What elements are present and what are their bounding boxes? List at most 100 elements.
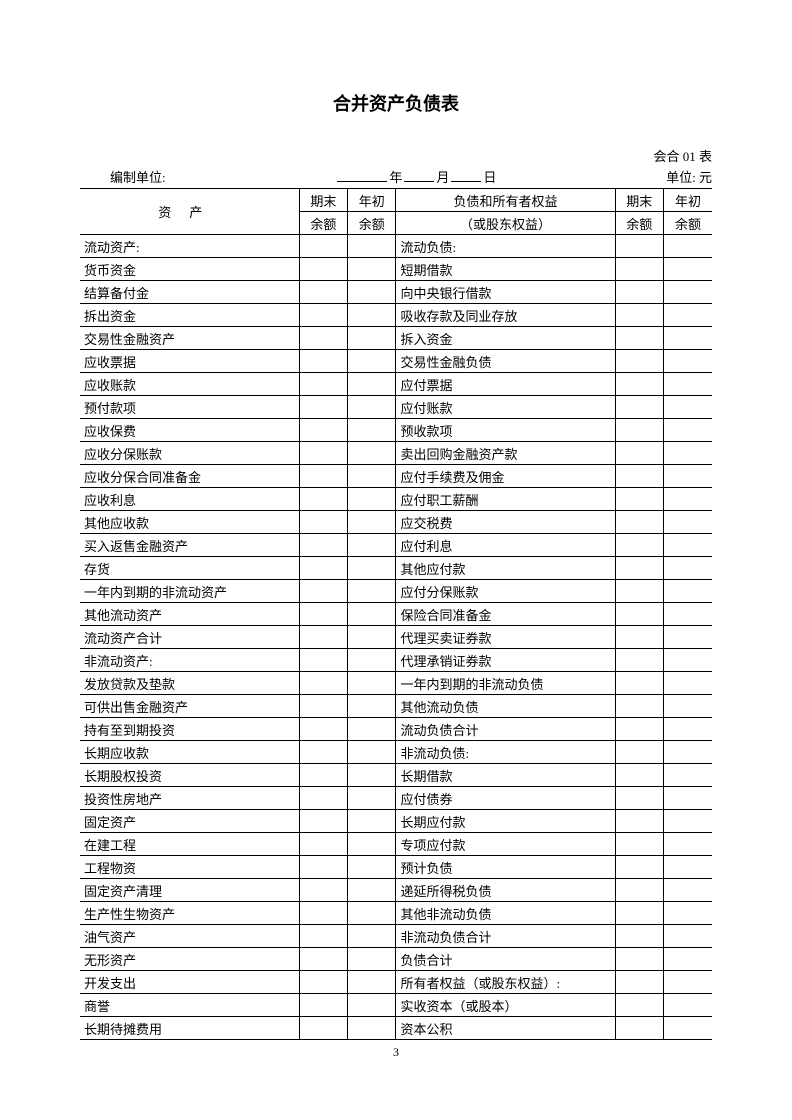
hdr-liab-2: （或股东权益）: [396, 212, 615, 235]
value-cell: [664, 833, 712, 856]
table-row: 固定资产 长期应付款: [80, 810, 712, 833]
value-cell: [348, 902, 396, 925]
value-cell: [615, 488, 663, 511]
value-cell: [299, 925, 347, 948]
value-cell: [664, 741, 712, 764]
liability-cell: 负债合计: [396, 948, 615, 971]
value-cell: [348, 281, 396, 304]
value-cell: [299, 879, 347, 902]
unit-label: 单位: 元: [666, 167, 712, 186]
value-cell: [348, 948, 396, 971]
value-cell: [299, 695, 347, 718]
value-cell: [615, 557, 663, 580]
page-container: 合并资产负债表 会合 01 表 编制单位: 年月日 单位: 元 资产 期末 年初…: [0, 0, 792, 1120]
value-cell: [348, 304, 396, 327]
value-cell: [348, 649, 396, 672]
table-row: 应收利息应付职工薪酬: [80, 488, 712, 511]
table-row: 其他应收款应交税费: [80, 511, 712, 534]
value-cell: [299, 741, 347, 764]
liability-cell: 一年内到期的非流动负债: [396, 672, 615, 695]
table-row: 预付款项应付账款: [80, 396, 712, 419]
asset-cell: 应收利息: [80, 488, 299, 511]
value-cell: [664, 718, 712, 741]
value-cell: [348, 971, 396, 994]
value-cell: [348, 626, 396, 649]
value-cell: [615, 258, 663, 281]
value-cell: [299, 511, 347, 534]
table-row: 生产性生物资产 其他非流动负债: [80, 902, 712, 925]
value-cell: [664, 672, 712, 695]
value-cell: [664, 764, 712, 787]
asset-cell: 应收分保合同准备金: [80, 465, 299, 488]
value-cell: [299, 442, 347, 465]
value-cell: [299, 902, 347, 925]
value-cell: [664, 810, 712, 833]
liability-cell: 吸收存款及同业存放: [396, 304, 615, 327]
asset-cell: 预付款项: [80, 396, 299, 419]
table-row: 存货 其他应付款: [80, 557, 712, 580]
asset-cell: 应收分保账款: [80, 442, 299, 465]
table-row: 可供出售金融资产其他流动负债: [80, 695, 712, 718]
value-cell: [664, 925, 712, 948]
liability-cell: 其他非流动负债: [396, 902, 615, 925]
date-area: 年月日: [166, 167, 667, 186]
value-cell: [664, 373, 712, 396]
asset-cell: 商誉: [80, 994, 299, 1017]
value-cell: [664, 856, 712, 879]
value-cell: [664, 557, 712, 580]
table-row: 无形资产负债合计: [80, 948, 712, 971]
liability-cell: 其他应付款: [396, 557, 615, 580]
value-cell: [299, 649, 347, 672]
value-cell: [615, 603, 663, 626]
liability-cell: 向中央银行借款: [396, 281, 615, 304]
value-cell: [299, 488, 347, 511]
value-cell: [615, 741, 663, 764]
value-cell: [348, 810, 396, 833]
asset-cell: 存货: [80, 557, 299, 580]
value-cell: [615, 419, 663, 442]
value-cell: [615, 718, 663, 741]
liability-cell: 非流动负债合计: [396, 925, 615, 948]
asset-cell: 生产性生物资产: [80, 902, 299, 925]
table-row: 长期股权投资长期借款: [80, 764, 712, 787]
table-row: 持有至到期投资流动负债合计: [80, 718, 712, 741]
value-cell: [615, 649, 663, 672]
asset-cell: 买入返售金融资产: [80, 534, 299, 557]
value-cell: [615, 994, 663, 1017]
value-cell: [664, 580, 712, 603]
liability-cell: 资本公积: [396, 1017, 615, 1040]
value-cell: [664, 534, 712, 557]
value-cell: [664, 787, 712, 810]
hdr-end-bal-l2: 余额: [615, 212, 663, 235]
asset-cell: 固定资产: [80, 810, 299, 833]
table-row: 投资性房地产应付债券: [80, 787, 712, 810]
table-row: 一年内到期的非流动资产应付分保账款: [80, 580, 712, 603]
value-cell: [615, 1017, 663, 1040]
asset-cell: 应收保费: [80, 419, 299, 442]
liability-cell: 应付手续费及佣金: [396, 465, 615, 488]
value-cell: [348, 695, 396, 718]
value-cell: [348, 258, 396, 281]
liability-cell: 卖出回购金融资产款: [396, 442, 615, 465]
value-cell: [299, 626, 347, 649]
table-body: 流动资产:流动负债:货币资金短期借款结算备付金向中央银行借款拆出资金吸收存款及同…: [80, 235, 712, 1040]
liability-cell: 应付票据: [396, 373, 615, 396]
liability-cell: 长期应付款: [396, 810, 615, 833]
value-cell: [348, 235, 396, 258]
value-cell: [664, 994, 712, 1017]
asset-cell: 应收账款: [80, 373, 299, 396]
asset-cell: 货币资金: [80, 258, 299, 281]
liability-cell: 代理买卖证券款: [396, 626, 615, 649]
value-cell: [664, 695, 712, 718]
table-row: 固定资产清理递延所得税负债: [80, 879, 712, 902]
value-cell: [299, 764, 347, 787]
value-cell: [299, 603, 347, 626]
value-cell: [664, 626, 712, 649]
value-cell: [615, 442, 663, 465]
value-cell: [664, 235, 712, 258]
asset-cell: 应收票据: [80, 350, 299, 373]
asset-cell: 发放贷款及垫款: [80, 672, 299, 695]
table-row: 其他流动资产保险合同准备金: [80, 603, 712, 626]
hdr-beg-bal-l: 年初: [664, 189, 712, 212]
liability-cell: 保险合同准备金: [396, 603, 615, 626]
